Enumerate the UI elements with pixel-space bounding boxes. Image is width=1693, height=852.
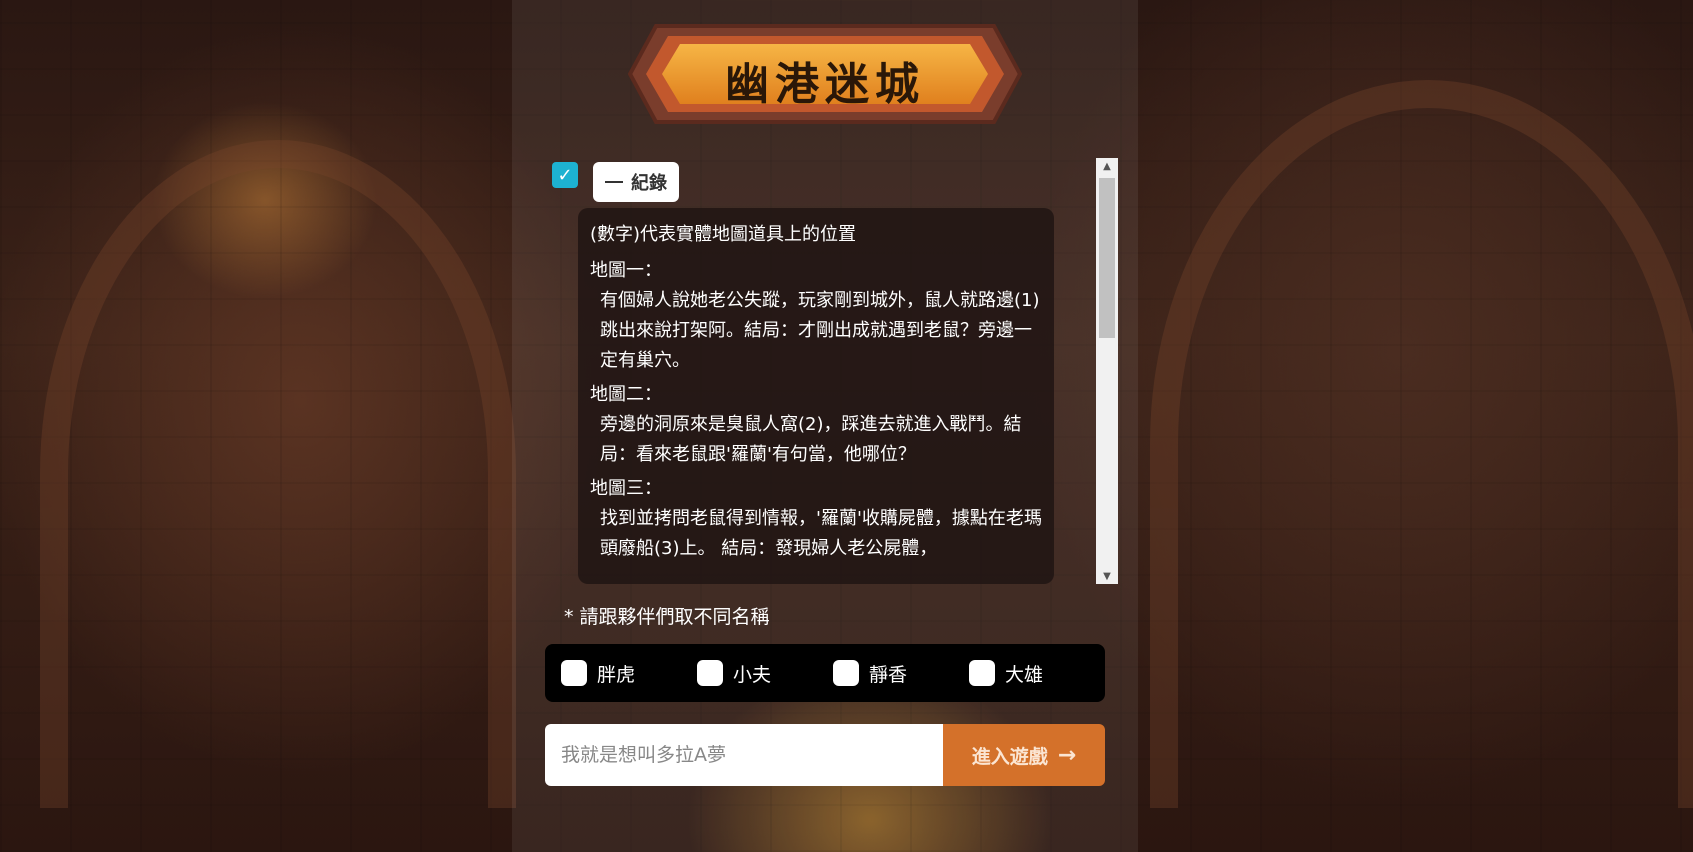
scroll-thumb[interactable] bbox=[1099, 178, 1115, 338]
map-title: 地圖三： bbox=[590, 478, 662, 499]
record-toggle-button[interactable]: 紀錄 bbox=[593, 162, 679, 202]
game-logo: 幽港迷城 bbox=[628, 18, 1022, 130]
option-character[interactable]: 大雄 bbox=[953, 660, 1089, 687]
option-character[interactable]: 胖虎 bbox=[545, 660, 681, 687]
map-title: 地圖二： bbox=[590, 384, 662, 405]
option-checkbox[interactable] bbox=[561, 660, 587, 686]
scroll-up-arrow-icon[interactable]: ▲ bbox=[1096, 158, 1118, 174]
option-checkbox[interactable] bbox=[833, 660, 859, 686]
record-text-box: (數字)代表實體地圖道具上的位置 地圖一： 有個婦人說她老公失蹤，玩家剛到城外，… bbox=[578, 208, 1054, 584]
scroll-down-arrow-icon[interactable]: ▼ bbox=[1096, 568, 1118, 584]
minus-icon bbox=[605, 181, 623, 183]
record-scrollbar[interactable]: ▲ ▼ bbox=[1096, 158, 1118, 584]
name-input[interactable] bbox=[545, 724, 943, 786]
record-intro: (數字)代表實體地圖道具上的位置 bbox=[590, 224, 857, 245]
map-body: 有個婦人說她老公失蹤，玩家剛到城外，鼠人就路邊(1)跳出來說打架阿。結局：才剛出… bbox=[600, 290, 1040, 371]
name-entry-row: 進入遊戲 → bbox=[545, 724, 1105, 786]
background-arch-left bbox=[40, 140, 516, 808]
option-checkbox[interactable] bbox=[697, 660, 723, 686]
character-options: 胖虎 小夫 靜香 大雄 bbox=[545, 644, 1105, 702]
record-panel: ✓ 紀錄 (數字)代表實體地圖道具上的位置 地圖一： 有個婦人說她老公失蹤，玩家… bbox=[552, 158, 1118, 584]
option-label: 小夫 bbox=[733, 663, 772, 686]
option-checkbox[interactable] bbox=[969, 660, 995, 686]
option-character[interactable]: 小夫 bbox=[681, 660, 817, 687]
option-character[interactable]: 靜香 bbox=[817, 660, 953, 687]
name-hint: * 請跟夥伴們取不同名稱 bbox=[564, 606, 770, 628]
background-arch-right bbox=[1150, 80, 1693, 808]
check-icon: ✓ bbox=[557, 164, 573, 186]
record-toggle-label: 紀錄 bbox=[631, 173, 667, 194]
record-checkbox[interactable]: ✓ bbox=[552, 162, 578, 188]
map-body: 旁邊的洞原來是臭鼠人窩(2)，踩進去就進入戰鬥。結局：看來老鼠跟'羅蘭'有句當，… bbox=[600, 414, 1022, 465]
enter-game-button[interactable]: 進入遊戲 → bbox=[943, 724, 1105, 786]
enter-game-label: 進入遊戲 bbox=[971, 745, 1048, 768]
arrow-right-icon: → bbox=[1057, 742, 1077, 768]
option-label: 大雄 bbox=[1005, 663, 1044, 686]
option-label: 靜香 bbox=[869, 663, 908, 686]
logo-title: 幽港迷城 bbox=[725, 59, 925, 110]
option-label: 胖虎 bbox=[597, 663, 636, 686]
map-body: 找到並拷問老鼠得到情報，'羅蘭'收購屍體，據點在老瑪頭廢船(3)上。 結局：發現… bbox=[600, 508, 1042, 559]
map-title: 地圖一： bbox=[590, 260, 662, 281]
